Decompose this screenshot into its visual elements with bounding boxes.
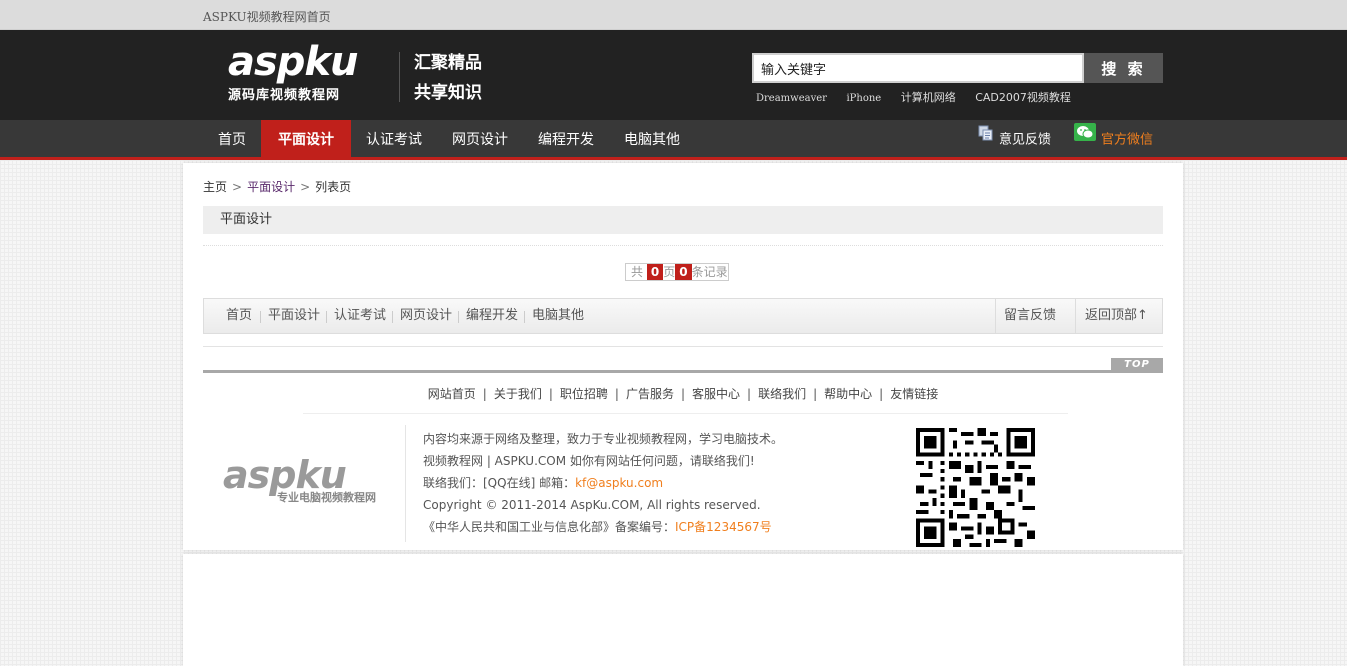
slogan-line-1: 汇聚精品 [414,53,482,73]
footer-nav: 首页 平面设计 认证考试 网页设计 编程开发 电脑其他 留言反馈 返回顶部↑ [203,298,1163,334]
pager-record-count: 0 [675,264,692,280]
hotword-link[interactable]: iPhone [846,93,881,104]
footer-nav-separator [392,311,393,323]
main-nav: 首页 平面设计 认证考试 网页设计 编程开发 电脑其他 意见反馈 官方微信 [0,120,1347,160]
footer-info: 内容均来源于网络及整理，致力于专业视频教程网，学习电脑技术。 视频教程网 | A… [423,428,783,538]
nav-feedback[interactable]: 意见反馈 [978,120,1051,160]
footer-nav-separator [524,311,525,323]
search-box [752,53,1084,83]
footer-info-line: 内容均来源于网络及整理，致力于专业视频教程网，学习电脑技术。 [423,432,784,446]
nav-item-web-design[interactable]: 网页设计 [437,120,523,160]
breadcrumb: 主页 > 平面设计 > 列表页 [203,178,351,195]
hot-keywords: Dreamweaver iPhone 计算机网络 CAD2007视频教程 [756,89,1087,105]
footer-nav-other[interactable]: 电脑其他 [532,299,584,333]
footer-link[interactable]: 广告服务 [626,387,674,401]
footer-logo-subtitle: 专业电脑视频教程网 [277,491,376,504]
footer-link[interactable]: 客服中心 [692,387,740,401]
site-logo[interactable]: aspku 源码库视频教程网 [228,40,398,110]
footer-nav-home[interactable]: 首页 [226,299,252,333]
footer-nav-divider [995,299,996,333]
back-to-top-link[interactable]: 返回顶部↑ [1085,299,1148,333]
footer-link-separator: | [813,387,818,401]
qr-code [916,428,1035,547]
footer-nav-separator [458,311,459,323]
hotword-link[interactable]: 计算机网络 [901,91,956,104]
slogan: 汇聚精品 共享知识 [414,48,482,108]
feedback-icon [978,118,994,158]
divider [203,245,1163,246]
footer-icp-label: 《中华人民共和国工业与信息化部》备案编号： [423,520,676,534]
breadcrumb-category[interactable]: 平面设计 [247,180,295,194]
footer-info-line: 视频教程网 | ASPKU.COM 如你有网站任何问题，请联络我们! [423,454,755,468]
wechat-label: 官方微信 [1101,132,1154,148]
wechat-icon [1074,118,1096,158]
nav-item-programming[interactable]: 编程开发 [523,120,609,160]
nav-item-graphic-design[interactable]: 平面设计 [261,120,351,160]
footer-link-separator: | [680,387,686,401]
nav-item-certification[interactable]: 认证考试 [351,120,437,160]
site-home-link[interactable]: ASPKU视频教程网首页 [203,8,331,25]
header-divider [399,52,400,102]
divider [203,346,1163,347]
chevron-right-icon: > [232,180,243,194]
main-content: 主页 > 平面设计 > 列表页 平面设计 共 0 页 0 条记录 首页 平面设计 认证考试 网… [183,163,1183,550]
top-bar: ASPKU视频教程网首页 [0,0,1347,30]
footer-divider [405,425,406,542]
pagination-summary: 共 0 页 0 条记录 [625,263,729,281]
footer-nav-divider [1075,299,1076,333]
pager-record-unit: 条记录 [691,265,728,279]
footer-contact-label: 联络我们：[QQ在线] 邮箱： [423,476,576,490]
footer-logo: aspku 专业电脑视频教程网 [223,456,393,506]
divider [303,413,1068,414]
logo-word: aspku [228,39,359,85]
category-title: 平面设计 [220,212,273,227]
category-title-bar: 平面设计 [203,206,1163,234]
footer-link[interactable]: 友情链接 [890,387,938,401]
footer-link[interactable]: 关于我们 [494,387,542,401]
footer-contact: 联络我们：[QQ在线] 邮箱：kf@aspku.com [423,472,783,494]
nav-wechat[interactable]: 官方微信 [1074,120,1153,160]
footer-copyright: Copyright © 2011-2014 AspKu.COM, All rig… [423,498,761,512]
footer-nav-separator [260,311,261,323]
hotword-link[interactable]: CAD2007视频教程 [975,91,1071,104]
footer-link-separator: | [879,387,884,401]
footer-link-separator: | [747,387,752,401]
pager-page-count: 0 [646,264,664,280]
footer-nav-web-design[interactable]: 网页设计 [400,299,452,333]
search-button[interactable]: 搜 索 [1084,53,1163,83]
slogan-line-2: 共享知识 [414,83,482,103]
breadcrumb-current: 列表页 [315,180,352,194]
footer-link-separator: | [548,387,553,401]
footer-nav-certification[interactable]: 认证考试 [334,299,386,333]
logo-subtitle: 源码库视频教程网 [228,88,341,103]
pager-prefix: 共 [631,265,644,279]
footer-nav-feedback[interactable]: 留言反馈 [1004,299,1056,333]
search-input[interactable] [754,55,1082,81]
footer-top-line [203,370,1163,373]
secondary-content [183,554,1183,666]
footer-nav-graphic-design[interactable]: 平面设计 [268,299,320,333]
breadcrumb-home[interactable]: 主页 [203,180,227,194]
chevron-right-icon: > [300,180,311,194]
footer-link[interactable]: 网站首页 [428,387,476,401]
feedback-label: 意见反馈 [999,132,1052,148]
nav-item-other[interactable]: 电脑其他 [609,120,695,160]
footer-icp: 《中华人民共和国工业与信息化部》备案编号：ICP备1234567号 [423,516,783,538]
pager-page-unit: 页 [663,265,676,279]
footer-link[interactable]: 职位招聘 [560,387,608,401]
footer-link-separator: | [614,387,619,401]
footer-nav-separator [326,311,327,323]
footer-link[interactable]: 联络我们 [758,387,806,401]
footer-link[interactable]: 帮助中心 [824,387,872,401]
footer-icp-link[interactable]: ICP备1234567号 [675,520,772,534]
footer-links: 网站首页 | 关于我们 | 职位招聘 | 广告服务 | 客服中心 | 联络我们 | 帮助中心 | 友情链接 [183,385,1183,402]
footer-email-link[interactable]: kf@aspku.com [575,476,663,490]
footer-nav-programming[interactable]: 编程开发 [466,299,518,333]
header: aspku 源码库视频教程网 汇聚精品 共享知识 搜 索 Dreamweaver… [0,30,1347,120]
hotword-link[interactable]: Dreamweaver [756,93,827,104]
nav-item-home[interactable]: 首页 [203,120,261,160]
footer-link-separator: | [482,387,487,401]
